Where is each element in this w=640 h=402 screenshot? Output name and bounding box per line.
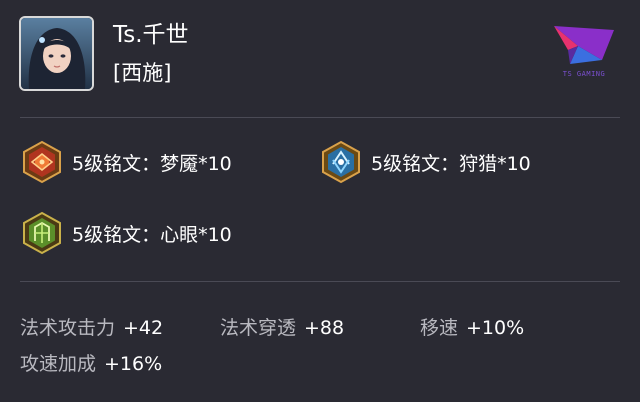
stat-label: 移速 <box>420 317 459 339</box>
stat-value: +16% <box>104 353 163 375</box>
green-rune-icon <box>20 211 64 255</box>
blue-rune-icon <box>319 140 363 184</box>
stat-item: 法术攻击力 +42 <box>20 316 163 340</box>
rune-item: 5级铭文：梦魇*10 <box>20 140 232 184</box>
stat-item: 移速 +10% <box>420 316 524 340</box>
stat-item: 攻速加成 +16% <box>20 352 162 376</box>
stat-value: +88 <box>304 317 345 339</box>
divider <box>20 117 620 118</box>
red-rune-icon <box>20 140 64 184</box>
player-name: Ts.千世 <box>113 22 189 48</box>
hero-avatar <box>19 16 94 91</box>
rune-label: 5级铭文：心眼*10 <box>72 223 232 246</box>
rune-item: 5级铭文：狩猎*10 <box>319 140 531 184</box>
rune-label: 5级铭文：狩猎*10 <box>371 152 531 175</box>
stat-value: +42 <box>123 317 164 339</box>
stat-label: 攻速加成 <box>20 353 97 375</box>
stat-item: 法术穿透 +88 <box>220 316 344 340</box>
divider <box>20 281 620 282</box>
rune-item: 5级铭文：心眼*10 <box>20 211 232 255</box>
stat-label: 法术攻击力 <box>20 317 116 339</box>
stat-value: +10% <box>466 317 525 339</box>
hero-name: [西施] <box>113 61 172 85</box>
stat-label: 法术穿透 <box>220 317 297 339</box>
rune-label: 5级铭文：梦魇*10 <box>72 152 232 175</box>
ts-gaming-logo-icon: TS GAMING <box>550 20 618 80</box>
svg-text:TS GAMING: TS GAMING <box>563 70 605 78</box>
